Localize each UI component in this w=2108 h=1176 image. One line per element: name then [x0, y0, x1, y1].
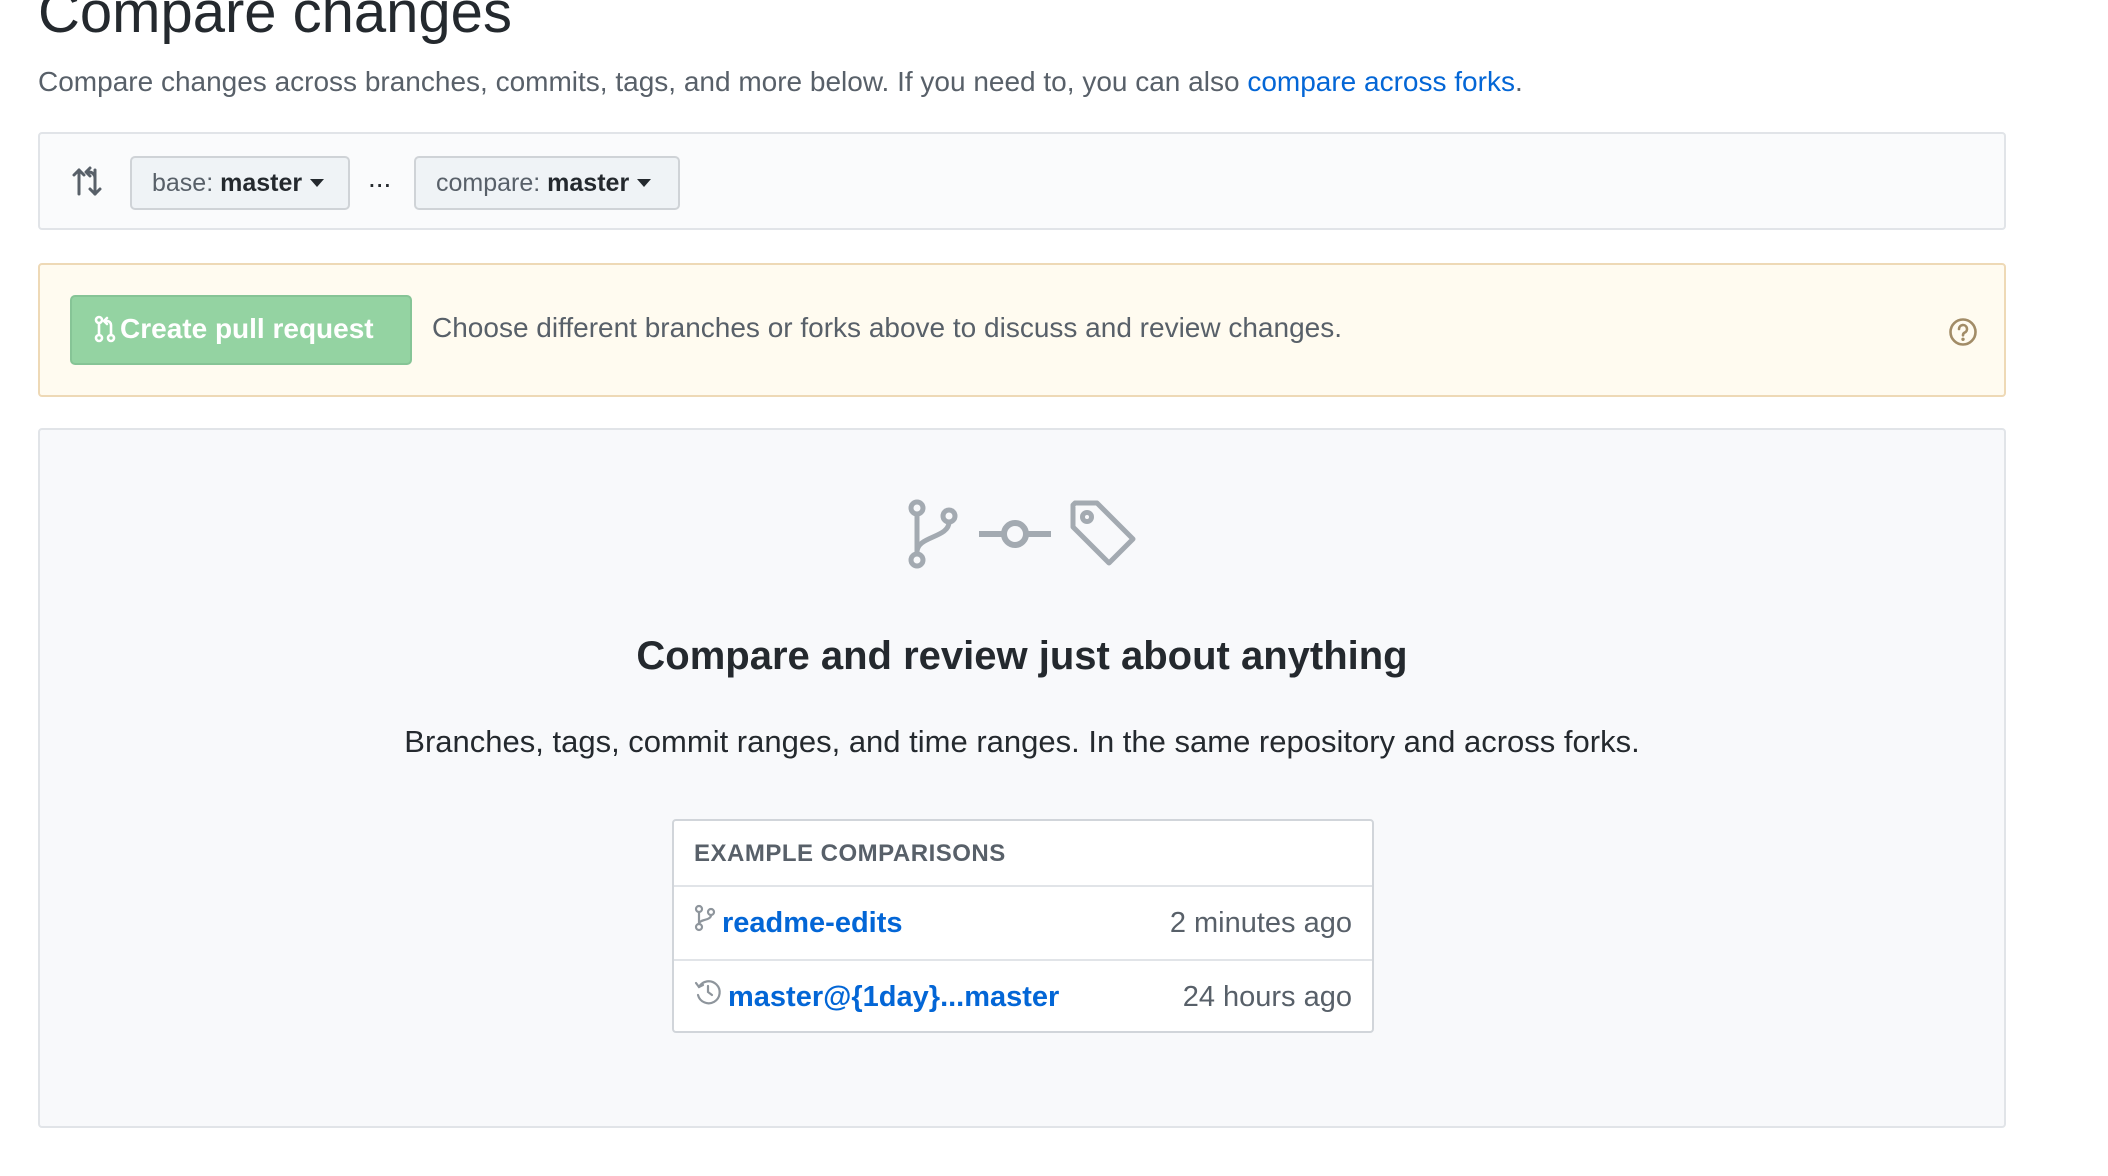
range-separator: ... — [368, 162, 392, 193]
example-time: 24 hours ago — [1182, 981, 1352, 1013]
example-link-readme-edits[interactable]: readme-edits — [722, 907, 903, 939]
compare-branch-select[interactable]: compare: master — [414, 156, 680, 210]
blankslate-heading: Compare and review just about anything — [636, 634, 1408, 678]
example-link-master-1day[interactable]: master@{1day}...master — [728, 981, 1059, 1013]
flash-message: Choose different branches or forks above… — [432, 312, 1342, 343]
compare-label: compare: — [436, 169, 541, 197]
git-commit-icon — [977, 514, 1053, 559]
compare-across-forks-link[interactable]: compare across forks — [1247, 66, 1515, 97]
tag-icon — [1069, 499, 1139, 574]
blankslate: Compare and review just about anything B… — [38, 428, 2006, 1128]
example-row[interactable]: master@{1day}...master 24 hours ago — [674, 959, 1372, 1031]
git-branch-icon — [905, 498, 961, 575]
git-compare-icon — [72, 166, 102, 196]
base-caret-icon — [310, 179, 325, 187]
git-branch-icon — [694, 892, 716, 964]
range-editor: base: master ... compare: master — [38, 132, 2006, 230]
create-pull-request-label: Create pull request — [120, 313, 374, 344]
blankslate-icons — [40, 498, 2004, 574]
example-row[interactable]: readme-edits 2 minutes ago — [674, 887, 1372, 959]
history-icon — [694, 966, 722, 1038]
question-icon[interactable] — [1948, 317, 1978, 347]
example-comparisons: EXAMPLE COMPARISONS readme-edits 2 minut… — [672, 819, 1374, 1033]
git-pull-request-icon — [94, 315, 116, 343]
flash-notice: Create pull request Choose different bra… — [38, 263, 2006, 397]
compare-caret-icon — [637, 179, 652, 187]
example-comparisons-header: EXAMPLE COMPARISONS — [674, 821, 1372, 887]
subtitle-text: Compare changes across branches, commits… — [38, 66, 1248, 97]
compare-branch-value: master — [547, 169, 630, 197]
subtitle-period: . — [1514, 66, 1523, 97]
page-subtitle: Compare changes across branches, commits… — [38, 64, 1523, 100]
example-time: 2 minutes ago — [1169, 907, 1352, 939]
blankslate-description: Branches, tags, commit ranges, and time … — [404, 724, 1640, 759]
base-branch-select[interactable]: base: master — [130, 156, 350, 210]
page-title: Compare changes — [38, 0, 512, 45]
create-pull-request-button[interactable]: Create pull request — [70, 295, 412, 365]
base-branch-value: master — [220, 169, 303, 197]
base-label: base: — [152, 169, 214, 197]
